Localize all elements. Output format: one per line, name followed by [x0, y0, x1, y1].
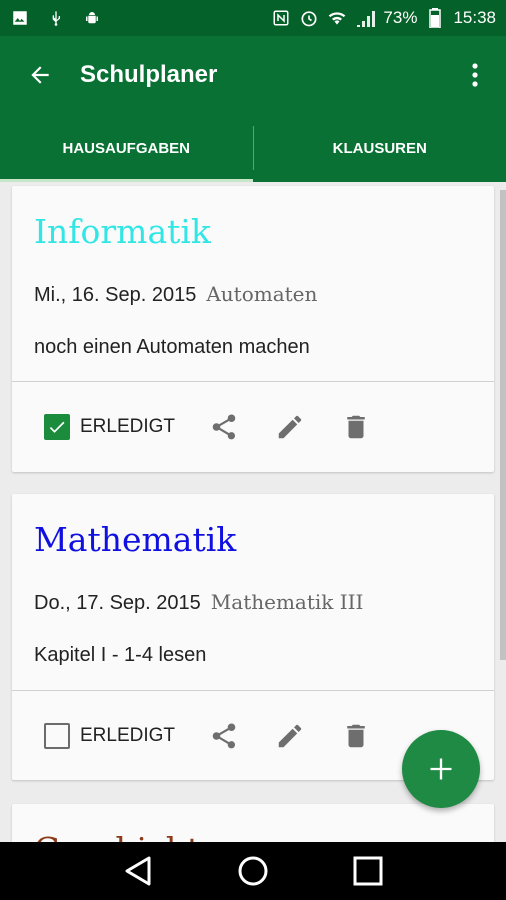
topic: Automaten — [206, 282, 318, 306]
subject-title: Mathematik — [34, 520, 237, 559]
done-label: ERLEDIGT — [80, 725, 176, 746]
nav-back-icon[interactable] — [118, 851, 158, 891]
nav-recents-icon[interactable] — [348, 851, 388, 891]
done-label: ERLEDIGT — [80, 416, 176, 437]
subject-title: Informatik — [34, 212, 211, 251]
description: Kapitel I - 1-4 lesen — [34, 644, 207, 666]
plus-icon — [430, 758, 452, 780]
delete-icon[interactable] — [339, 719, 373, 753]
tab-klausuren[interactable]: KLAUSUREN — [254, 114, 506, 182]
topic: Mathematik III — [210, 590, 364, 614]
checkbox-unchecked-icon — [44, 723, 70, 749]
status-bar: 73% 15:38 — [0, 0, 506, 36]
overflow-menu-button[interactable] — [444, 36, 506, 114]
android-debug-icon — [82, 8, 102, 28]
due-date: Mi., 16. Sep. 2015 — [34, 284, 197, 306]
cell-signal-icon — [355, 8, 376, 28]
add-homework-button[interactable] — [402, 730, 480, 808]
alarm-icon — [299, 8, 319, 28]
done-checkbox[interactable]: ERLEDIGT — [44, 723, 175, 749]
app-bar: Schulplaner — [0, 36, 506, 114]
edit-icon[interactable] — [273, 410, 307, 444]
card-meta: Mi., 16. Sep. 2015 Automaten — [34, 282, 317, 307]
battery-percent: 73% — [383, 8, 418, 27]
done-checkbox[interactable]: ERLEDIGT — [44, 414, 175, 440]
subject-title: Geschichte — [34, 830, 220, 842]
wifi-icon — [327, 8, 347, 28]
share-icon[interactable] — [207, 410, 241, 444]
card-actions: ERLEDIGT — [12, 382, 494, 472]
system-nav-bar — [0, 842, 506, 900]
clock: 15:38 — [453, 8, 496, 27]
usb-icon — [46, 8, 66, 28]
card-meta: Do., 17. Sep. 2015 Mathematik III — [34, 590, 363, 615]
tab-hausaufgaben[interactable]: HAUSAUFGABEN — [0, 114, 253, 182]
description: noch einen Automaten machen — [34, 336, 310, 358]
edit-icon[interactable] — [273, 719, 307, 753]
homework-card[interactable]: Informatik Mi., 16. Sep. 2015 Automaten … — [12, 186, 494, 472]
back-button[interactable] — [0, 36, 80, 114]
image-icon — [10, 8, 30, 28]
arrow-back-icon — [31, 66, 49, 84]
scrollbar[interactable] — [500, 190, 506, 660]
delete-icon[interactable] — [339, 410, 373, 444]
checkbox-checked-icon — [44, 414, 70, 440]
nfc-icon — [271, 8, 291, 28]
more-vert-icon — [472, 63, 478, 87]
nav-home-icon[interactable] — [233, 851, 273, 891]
homework-card[interactable]: Geschichte — [12, 804, 494, 842]
tab-bar: HAUSAUFGABEN KLAUSUREN — [0, 114, 506, 182]
battery-icon — [425, 8, 445, 28]
share-icon[interactable] — [207, 719, 241, 753]
due-date: Do., 17. Sep. 2015 — [34, 592, 201, 614]
app-title: Schulplaner — [80, 61, 218, 88]
